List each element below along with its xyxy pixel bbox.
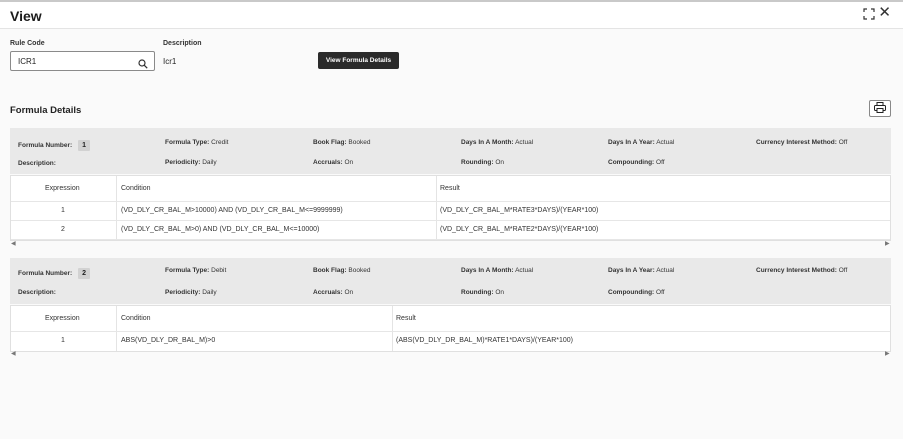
table-row[interactable]: 1 (VD_DLY_CR_BAL_M>10000) AND (VD_DLY_CR…	[11, 202, 890, 221]
description-value: Icr1	[163, 57, 177, 66]
view-formula-details-button[interactable]: View Formula Details	[318, 52, 399, 69]
formula-block-2: Formula Number: 2 Formula Type: Debit Boo…	[10, 258, 891, 358]
column-header-condition[interactable]: Condition	[121, 315, 151, 322]
result-cell: (ABS(VD_DLY_DR_BAL_M)*RATE1*DAYS)/(YEAR*…	[396, 337, 574, 344]
formula-info-band: Formula Number: 1 Formula Type: Credit Bo…	[10, 128, 891, 174]
result-cell: (VD_DLY_CR_BAL_M*RATE3*DAYS)/(YEAR*100)	[440, 207, 599, 214]
table-header-row: Expression Condition Result	[11, 306, 890, 332]
condition-cell: (VD_DLY_CR_BAL_M>10000) AND (VD_DLY_CR_B…	[121, 207, 343, 214]
formula-type-field: Formula Type: Credit	[165, 139, 229, 146]
accruals-field: Accruals: On	[313, 159, 354, 166]
formula-number-field: Formula Number: 2	[18, 268, 91, 279]
expression-table: Expression Condition Result 1 ABS(VD_DLY…	[10, 305, 891, 352]
days-in-year-field: Days In A Year: Actual	[608, 139, 675, 146]
periodicity-field: Periodicity: Daily	[165, 159, 217, 166]
days-in-year-field: Days In A Year: Actual	[608, 267, 675, 274]
compounding-field: Compounding: Off	[608, 289, 665, 296]
column-header-result[interactable]: Result	[440, 185, 460, 192]
formula-number-field: Formula Number: 1	[18, 140, 91, 151]
expression-cell: 2	[61, 226, 65, 233]
formula-description-field: Description:	[18, 289, 56, 296]
condition-cell: ABS(VD_DLY_DR_BAL_M)>0	[121, 337, 216, 344]
print-button[interactable]	[869, 100, 891, 117]
result-cell: (VD_DLY_CR_BAL_M*RATE2*DAYS)/(YEAR*100)	[440, 226, 599, 233]
formula-description-field: Description:	[18, 160, 56, 167]
accruals-field: Accruals: On	[313, 289, 354, 296]
book-flag-field: Book Flag: Booked	[313, 267, 371, 274]
search-icon[interactable]	[138, 56, 148, 74]
expand-icon[interactable]	[863, 8, 875, 23]
table-row[interactable]: 1 ABS(VD_DLY_DR_BAL_M)>0 (ABS(VD_DLY_DR_…	[11, 332, 890, 351]
expression-cell: 1	[61, 207, 65, 214]
close-icon[interactable]: ✕	[878, 5, 891, 20]
dialog-title: View	[10, 8, 42, 24]
rule-code-label: Rule Code	[10, 40, 45, 47]
rounding-field: Rounding: On	[461, 289, 504, 296]
condition-cell: (VD_DLY_CR_BAL_M>0) AND (VD_DLY_CR_BAL_M…	[121, 226, 320, 233]
scroll-right-arrow-icon[interactable]: ▶	[885, 350, 890, 357]
rule-code-field[interactable]: ICR1	[10, 51, 155, 71]
table-row[interactable]: 2 (VD_DLY_CR_BAL_M>0) AND (VD_DLY_CR_BAL…	[11, 221, 890, 240]
printer-icon	[874, 100, 886, 118]
expression-table: Expression Condition Result 1 (VD_DLY_CR…	[10, 175, 891, 241]
table-header-row: Expression Condition Result	[11, 176, 890, 202]
book-flag-field: Book Flag: Booked	[313, 139, 371, 146]
compounding-field: Compounding: Off	[608, 159, 665, 166]
formula-number-badge: 1	[78, 140, 91, 151]
column-header-condition[interactable]: Condition	[121, 185, 151, 192]
scroll-right-arrow-icon[interactable]: ▶	[885, 240, 890, 247]
formula-info-band: Formula Number: 2 Formula Type: Debit Boo…	[10, 258, 891, 304]
expression-cell: 1	[61, 337, 65, 344]
rounding-field: Rounding: On	[461, 159, 504, 166]
days-in-month-field: Days In A Month: Actual	[461, 139, 534, 146]
periodicity-field: Periodicity: Daily	[165, 289, 217, 296]
dialog-header: View ✕	[0, 2, 903, 29]
currency-interest-method-field: Currency Interest Method: Off	[756, 267, 848, 274]
days-in-month-field: Days In A Month: Actual	[461, 267, 534, 274]
currency-interest-method-field: Currency Interest Method: Off	[756, 139, 848, 146]
formula-details-title: Formula Details	[10, 105, 82, 116]
formula-number-badge: 2	[78, 268, 91, 279]
formula-type-field: Formula Type: Debit	[165, 267, 227, 274]
column-header-result[interactable]: Result	[396, 315, 416, 322]
scroll-left-arrow-icon[interactable]: ◀	[11, 350, 16, 357]
formula-block-1: Formula Number: 1 Formula Type: Credit Bo…	[10, 128, 891, 247]
rule-code-value[interactable]: ICR1	[18, 57, 36, 66]
description-label: Description	[163, 40, 202, 47]
scroll-left-arrow-icon[interactable]: ◀	[11, 240, 16, 247]
column-header-expression[interactable]: Expression	[45, 315, 80, 322]
column-header-expression[interactable]: Expression	[45, 185, 80, 192]
